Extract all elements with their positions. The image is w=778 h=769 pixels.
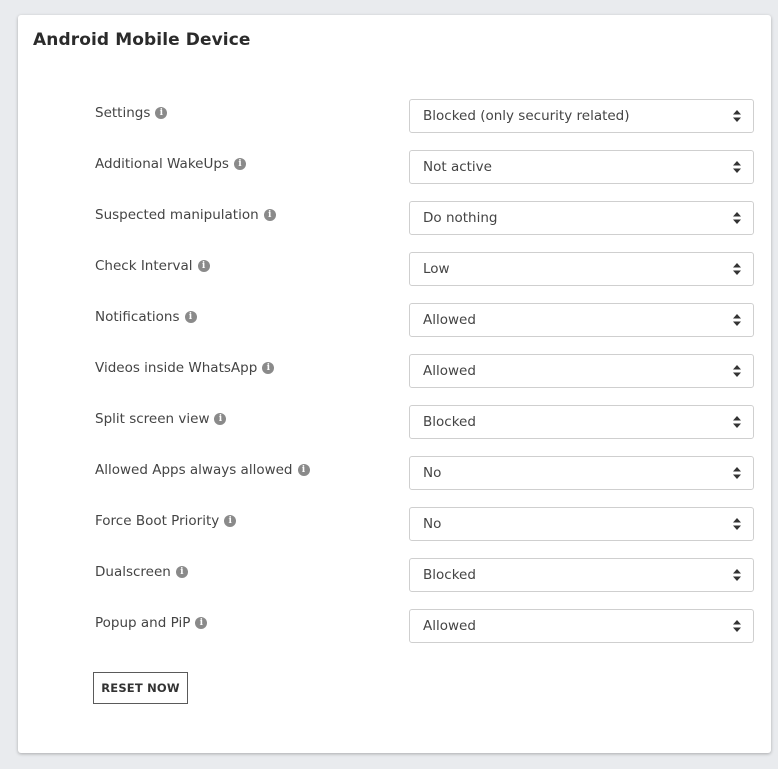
setting-label: Force Boot Priority i	[95, 513, 237, 529]
info-icon[interactable]: i	[197, 260, 210, 272]
info-icon[interactable]: i	[224, 515, 237, 527]
setting-label: Videos inside WhatsApp i	[95, 360, 275, 376]
settings-list: Settings i Blocked (only security relate…	[18, 99, 771, 660]
sort-arrows-icon	[733, 314, 741, 326]
info-icon[interactable]: i	[233, 158, 246, 170]
reset-now-button[interactable]: RESET NOW	[93, 672, 188, 704]
select-value: Blocked	[423, 567, 476, 583]
setting-row-additional-wakeups: Additional WakeUps i Not active	[18, 150, 771, 201]
settings-select[interactable]: Blocked (only security related)	[409, 99, 754, 133]
sort-arrows-icon	[733, 110, 741, 122]
setting-label-text: Check Interval	[95, 258, 193, 274]
select-value: Not active	[423, 159, 492, 175]
force-boot-priority-select[interactable]: No	[409, 507, 754, 541]
setting-label-text: Split screen view	[95, 411, 210, 427]
android-settings-card: Android Mobile Device Settings i Blocked…	[18, 15, 771, 753]
setting-label: Settings i	[95, 105, 168, 121]
setting-label-text: Additional WakeUps	[95, 156, 229, 172]
setting-label: Allowed Apps always allowed i	[95, 462, 310, 478]
setting-row-suspected-manipulation: Suspected manipulation i Do nothing	[18, 201, 771, 252]
sort-arrows-icon	[733, 569, 741, 581]
sort-arrows-icon	[733, 416, 741, 428]
sort-arrows-icon	[733, 518, 741, 530]
select-value: Blocked (only security related)	[423, 108, 630, 124]
sort-arrows-icon	[733, 212, 741, 224]
info-icon[interactable]: i	[214, 413, 227, 425]
videos-inside-whatsapp-select[interactable]: Allowed	[409, 354, 754, 388]
info-icon[interactable]: i	[262, 362, 275, 374]
setting-row-dualscreen: Dualscreen i Blocked	[18, 558, 771, 609]
setting-label-text: Allowed Apps always allowed	[95, 462, 293, 478]
setting-label: Popup and PiP i	[95, 615, 208, 631]
setting-label: Dualscreen i	[95, 564, 188, 580]
dualscreen-select[interactable]: Blocked	[409, 558, 754, 592]
select-value: No	[423, 465, 442, 481]
select-value: Blocked	[423, 414, 476, 430]
split-screen-view-select[interactable]: Blocked	[409, 405, 754, 439]
info-icon[interactable]: i	[263, 209, 276, 221]
setting-label: Check Interval i	[95, 258, 210, 274]
select-value: No	[423, 516, 442, 532]
setting-label-text: Force Boot Priority	[95, 513, 220, 529]
info-icon[interactable]: i	[195, 617, 208, 629]
setting-label-text: Videos inside WhatsApp	[95, 360, 258, 376]
select-value: Do nothing	[423, 210, 498, 226]
info-icon[interactable]: i	[297, 464, 310, 476]
setting-row-force-boot-priority: Force Boot Priority i No	[18, 507, 771, 558]
select-value: Allowed	[423, 618, 476, 634]
allowed-apps-always-allowed-select[interactable]: No	[409, 456, 754, 490]
setting-row-split-screen-view: Split screen view i Blocked	[18, 405, 771, 456]
select-value: Allowed	[423, 363, 476, 379]
setting-row-popup-and-pip: Popup and PiP i Allowed	[18, 609, 771, 660]
sort-arrows-icon	[733, 161, 741, 173]
popup-and-pip-select[interactable]: Allowed	[409, 609, 754, 643]
setting-label-text: Suspected manipulation	[95, 207, 259, 223]
check-interval-select[interactable]: Low	[409, 252, 754, 286]
setting-label: Suspected manipulation i	[95, 207, 276, 223]
setting-row-check-interval: Check Interval i Low	[18, 252, 771, 303]
sort-arrows-icon	[733, 467, 741, 479]
select-value: Low	[423, 261, 450, 277]
info-icon[interactable]: i	[155, 107, 168, 119]
setting-label-text: Dualscreen	[95, 564, 171, 580]
sort-arrows-icon	[733, 620, 741, 632]
sort-arrows-icon	[733, 365, 741, 377]
setting-label: Split screen view i	[95, 411, 227, 427]
setting-row-settings: Settings i Blocked (only security relate…	[18, 99, 771, 150]
setting-label-text: Notifications	[95, 309, 180, 325]
setting-label-text: Settings	[95, 105, 151, 121]
select-value: Allowed	[423, 312, 476, 328]
setting-label: Additional WakeUps i	[95, 156, 246, 172]
additional-wakeups-select[interactable]: Not active	[409, 150, 754, 184]
notifications-select[interactable]: Allowed	[409, 303, 754, 337]
info-icon[interactable]: i	[175, 566, 188, 578]
setting-label-text: Popup and PiP	[95, 615, 191, 631]
setting-label: Notifications i	[95, 309, 197, 325]
setting-row-videos-inside-whatsapp: Videos inside WhatsApp i Allowed	[18, 354, 771, 405]
setting-row-allowed-apps-always-allowed: Allowed Apps always allowed i No	[18, 456, 771, 507]
setting-row-notifications: Notifications i Allowed	[18, 303, 771, 354]
suspected-manipulation-select[interactable]: Do nothing	[409, 201, 754, 235]
info-icon[interactable]: i	[184, 311, 197, 323]
card-title: Android Mobile Device	[33, 30, 251, 50]
sort-arrows-icon	[733, 263, 741, 275]
